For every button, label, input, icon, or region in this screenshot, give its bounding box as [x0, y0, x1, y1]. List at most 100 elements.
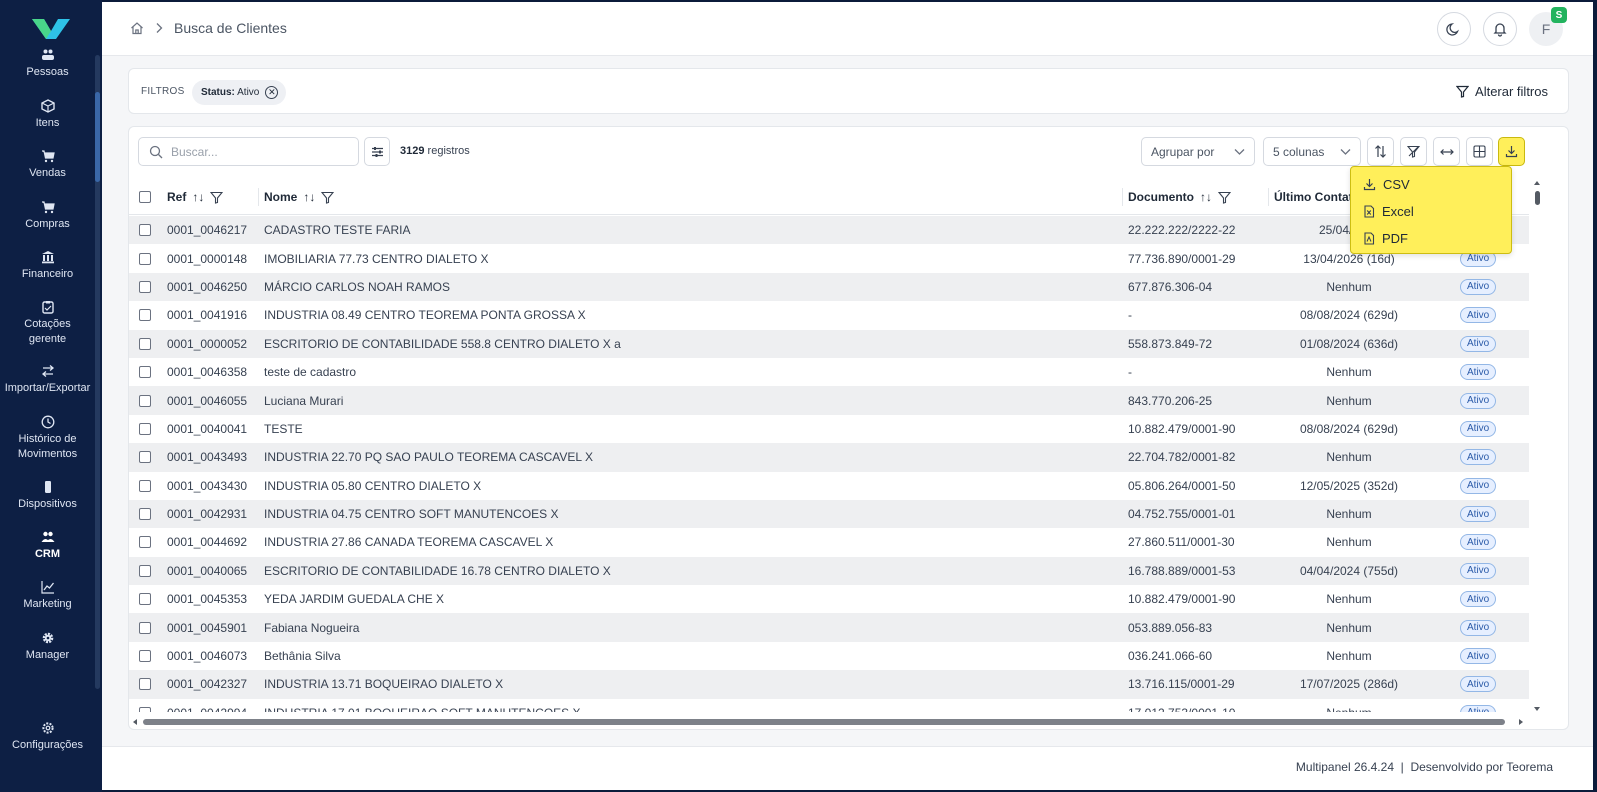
sort-icon[interactable]: ↑↓ [1200, 190, 1212, 204]
advanced-filter-button[interactable] [364, 137, 390, 166]
row-checkbox[interactable] [139, 528, 151, 556]
sidebar-item-historico[interactable]: Histórico de Movimentos [0, 415, 95, 462]
sidebar-scroll-thumb[interactable] [95, 92, 100, 182]
sidebar-item-manager[interactable]: Manager [0, 631, 95, 663]
grid-view-button[interactable] [1466, 137, 1493, 166]
close-icon[interactable]: ✕ [265, 86, 279, 99]
horizontal-scroll-thumb[interactable] [143, 719, 1505, 725]
expand-horizontal-icon [1439, 148, 1454, 155]
dark-mode-button[interactable] [1437, 12, 1471, 46]
row-checkbox[interactable] [139, 585, 151, 613]
table-row[interactable]: 0001_0046055 Luciana Murari 843.770.206-25… [129, 386, 1529, 415]
table-row[interactable]: 0001_0000148 IMOBILIARIA 77.73 CENTRO DIA… [129, 244, 1529, 273]
export-menu: CSV Excel PDF [1350, 166, 1512, 254]
search-icon [149, 145, 163, 158]
cell-ref: 0001_0042931 [167, 507, 248, 522]
sidebar-item-cotacoes-gerente[interactable]: Cotações gerente [0, 300, 95, 347]
row-checkbox[interactable] [139, 443, 151, 471]
group-by-select[interactable]: Agrupar por [1141, 137, 1255, 166]
table-horizontal-scrollbar[interactable] [129, 715, 1529, 729]
row-checkbox[interactable] [139, 557, 151, 585]
table-row[interactable]: 0001_0043493 INDUSTRIA 22.70 PQ SAO PAULO… [129, 443, 1529, 472]
avatar[interactable]: F S [1529, 7, 1567, 46]
sidebar-item-vendas[interactable]: Vendas [0, 149, 95, 181]
row-checkbox[interactable] [139, 358, 151, 386]
home-icon[interactable] [130, 21, 144, 35]
column-header-documento[interactable]: Documento ↑↓ [1122, 179, 1231, 215]
select-all-checkbox[interactable] [139, 179, 151, 215]
cart-icon [41, 150, 55, 163]
row-checkbox[interactable] [139, 500, 151, 528]
vertical-scroll-thumb[interactable] [1535, 191, 1540, 205]
column-width-button[interactable] [1433, 137, 1460, 166]
scroll-down-icon[interactable] [1532, 705, 1542, 713]
table-row[interactable]: 0001_0046250 MÁRCIO CARLOS NOAH RAMOS 677.… [129, 272, 1529, 302]
cell-nome: IMOBILIARIA 77.73 CENTRO DIALETO X [264, 251, 489, 266]
sidebar-item-configuracoes[interactable]: Configurações [0, 721, 95, 753]
table-row[interactable]: 0001_0042931 INDUSTRIA 04.75 CENTRO SOFT … [129, 499, 1529, 529]
sidebar-item-pessoas[interactable]: Pessoas [0, 48, 95, 80]
table-row[interactable]: 0001_0041916 INDUSTRIA 08.49 CENTRO TEORE… [129, 301, 1529, 330]
sidebar-item-dispositivos[interactable]: Dispositivos [0, 480, 95, 512]
export-csv-option[interactable]: CSV [1363, 174, 1410, 194]
scroll-right-icon[interactable] [1517, 717, 1525, 727]
sidebar-item-itens[interactable]: Itens [0, 99, 95, 131]
table-row[interactable]: 0001_0043430 INDUSTRIA 05.80 CENTRO DIALE… [129, 471, 1529, 500]
scroll-left-icon[interactable] [131, 717, 139, 727]
table-row[interactable]: 0001_0042994 INDUSTRIA 17.01 BOQUEIRAO SO… [129, 698, 1529, 712]
change-filters-button[interactable]: Alterar filtros [1456, 84, 1548, 99]
row-checkbox[interactable] [139, 216, 151, 244]
sort-icon[interactable]: ↑↓ [303, 190, 315, 204]
table-row[interactable]: 0001_0000052 ESCRITORIO DE CONTABILIDADE … [129, 329, 1529, 358]
row-checkbox[interactable] [139, 244, 151, 272]
column-header-nome[interactable]: Nome ↑↓ [258, 179, 335, 215]
table-row[interactable]: 0001_0040041 TESTE 10.882.479/0001-90 08/08… [129, 414, 1529, 444]
table-row[interactable]: 0001_0042327 INDUSTRIA 13.71 BOQUEIRAO DI… [129, 670, 1529, 699]
row-checkbox[interactable] [139, 386, 151, 414]
sidebar-item-financeiro[interactable]: Financeiro [0, 250, 95, 282]
sidebar-item-compras[interactable]: Compras [0, 200, 95, 232]
row-checkbox[interactable] [139, 613, 151, 641]
export-excel-option[interactable]: Excel [1363, 201, 1414, 221]
sidebar-item-importar-exportar[interactable]: Importar/Exportar [0, 364, 95, 396]
row-checkbox[interactable] [139, 273, 151, 301]
sidebar-item-marketing[interactable]: Marketing [0, 580, 95, 612]
status-badge: Ativo [1460, 619, 1497, 636]
table-row[interactable]: 0001_0045901 Fabiana Nogueira 053.889.056-… [129, 613, 1529, 642]
notifications-button[interactable] [1483, 12, 1517, 46]
row-checkbox[interactable] [139, 472, 151, 500]
column-header-ref[interactable]: Ref ↑↓ [167, 179, 224, 215]
table-row[interactable]: 0001_0046217 CADASTRO TESTE FARIA 22.222.2… [129, 216, 1529, 245]
cell-ref: 0001_0040041 [167, 421, 248, 436]
table-row[interactable]: 0001_0046073 Bethânia Silva 036.241.066-60… [129, 641, 1529, 671]
filter-chip-status[interactable]: Status: Ativo ✕ [192, 80, 287, 105]
table-row[interactable]: 0001_0045353 YEDA JARDIM GUEDALA CHE X 10.… [129, 585, 1529, 614]
row-checkbox[interactable] [139, 415, 151, 443]
columns-select[interactable]: 5 colunas [1263, 137, 1361, 166]
filter-icon[interactable] [1218, 191, 1231, 204]
row-checkbox[interactable] [139, 642, 151, 670]
cell-documento: - [1128, 365, 1132, 380]
clear-filters-button[interactable] [1400, 137, 1427, 166]
table-vertical-scrollbar[interactable] [1532, 179, 1542, 715]
export-button[interactable] [1498, 137, 1525, 166]
filter-icon[interactable] [321, 191, 335, 204]
row-checkbox[interactable] [139, 330, 151, 358]
filter-icon[interactable] [210, 191, 224, 204]
table-row[interactable]: 0001_0046358 teste de cadastro - Nenhum Ativ… [129, 357, 1529, 387]
row-checkbox[interactable] [139, 699, 151, 712]
scroll-up-icon[interactable] [1532, 179, 1542, 187]
top-actions: F S [1437, 7, 1567, 46]
sidebar-item-crm[interactable]: CRM [0, 530, 95, 562]
table-row[interactable]: 0001_0044692 INDUSTRIA 27.86 CANADA TEORE… [129, 528, 1529, 557]
status-badge: Ativo [1460, 676, 1497, 693]
table-row[interactable]: 0001_0040065 ESCRITORIO DE CONTABILIDADE … [129, 556, 1529, 586]
sort-icon[interactable]: ↑↓ [192, 190, 204, 204]
search-input[interactable]: Buscar... [138, 137, 359, 166]
row-checkbox[interactable] [139, 301, 151, 329]
row-checkbox[interactable] [139, 670, 151, 698]
export-pdf-option[interactable]: PDF [1363, 228, 1408, 248]
sort-button[interactable] [1367, 137, 1394, 166]
cell-documento: 22.704.782/0001-82 [1128, 450, 1236, 465]
column-header-ultimo-contato[interactable]: Último Contato [1268, 179, 1360, 215]
